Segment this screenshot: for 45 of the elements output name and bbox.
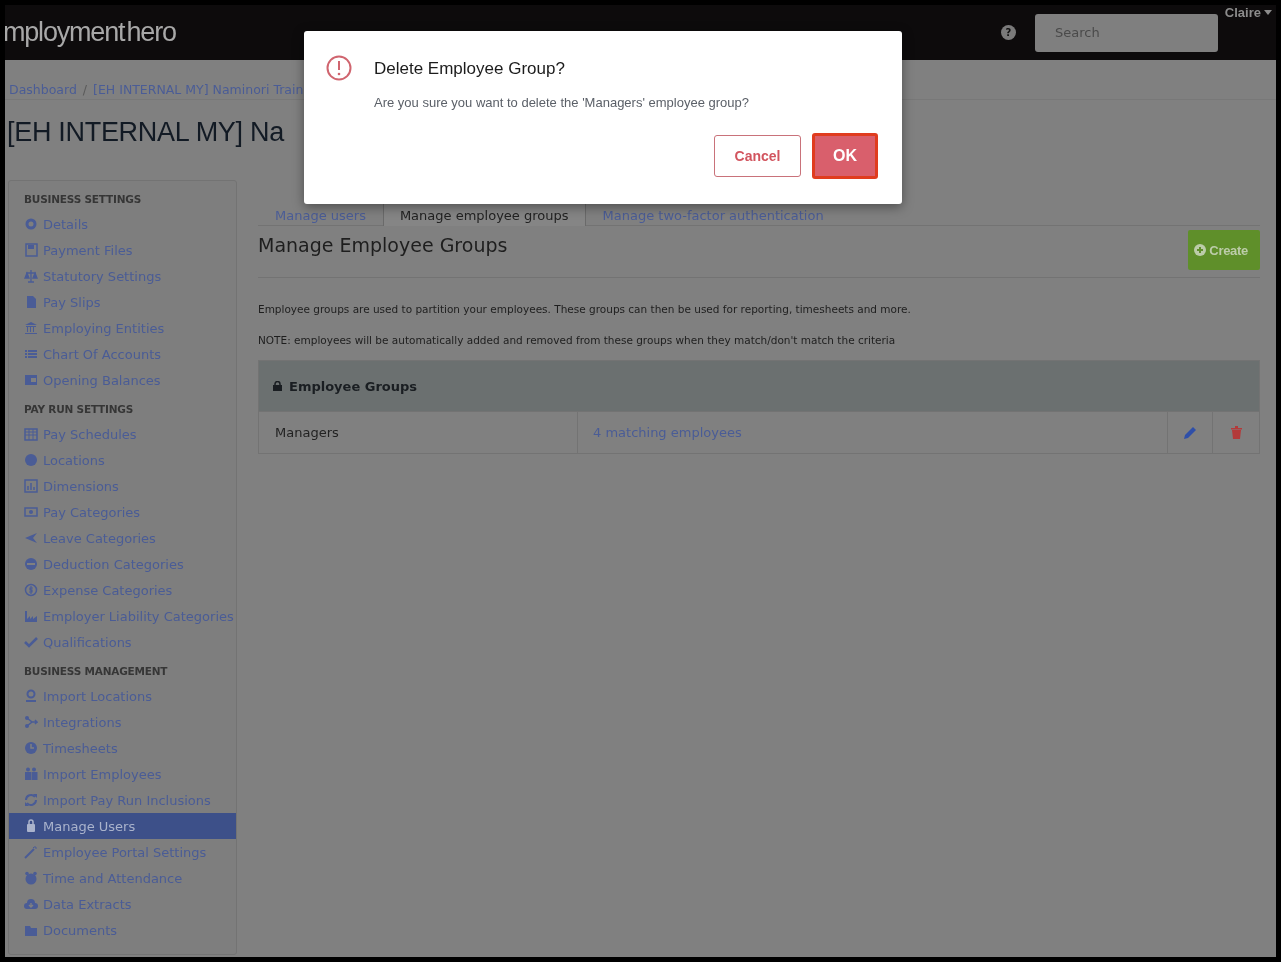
warning-icon (326, 55, 352, 81)
document-icon (24, 295, 38, 309)
dollar-circle-icon (24, 583, 38, 597)
breadcrumb-separator: / (82, 82, 88, 99)
folder-icon (24, 923, 38, 937)
description-text: NOTE: employees will be automatically added and removed from these groups when they match/don't match the criteria (258, 334, 897, 346)
bar-chart-icon (24, 479, 38, 493)
pencil-icon[interactable] (1183, 425, 1197, 440)
help-icon[interactable]: ? (1001, 25, 1016, 40)
branch-icon (24, 715, 38, 729)
sidebar-heading: BUSINESS MANAGEMENT (23, 665, 169, 679)
page-title: [EH INTERNAL MY] Na (7, 117, 286, 148)
sidebar-heading: BUSINESS SETTINGS (23, 193, 143, 207)
lock-icon (24, 819, 38, 833)
cancel-button[interactable]: Cancel (714, 135, 801, 177)
create-button[interactable]: Create (1188, 230, 1260, 270)
plus-circle-icon (1194, 244, 1207, 256)
minus-circle-icon (24, 557, 38, 571)
list-icon (24, 347, 38, 361)
trash-icon[interactable] (1230, 426, 1242, 439)
table-cell: Managers (259, 412, 578, 453)
logo[interactable]: mployment hero (5, 17, 176, 48)
sidebar-heading: PAY RUN SETTINGS (23, 403, 135, 417)
scales-icon (24, 269, 38, 283)
banknote-icon (24, 505, 38, 519)
factory-icon (24, 609, 38, 623)
magic-wand-icon (24, 845, 38, 859)
wallet-icon (24, 373, 38, 387)
calendar-icon (24, 427, 38, 441)
bank-icon (24, 321, 38, 335)
ok-button[interactable]: OK (812, 133, 878, 179)
clock-icon (24, 741, 38, 755)
user-menu[interactable]: Claire (1224, 5, 1272, 20)
caret-icon (1264, 10, 1272, 15)
people-icon (24, 767, 38, 781)
table-title: Employee Groups (289, 378, 418, 394)
cloud-download-icon (24, 897, 38, 911)
sidebar-item[interactable]: Manage Users (9, 813, 236, 839)
dialog-title: Delete Employee Group? (374, 59, 566, 79)
checkmark-icon (24, 635, 38, 649)
lock-icon (273, 381, 282, 391)
description-text: Employee groups are used to partition your employees. These groups can then be used for reporting, timesheets and more. (258, 303, 912, 315)
section-title: Manage Employee Groups (258, 234, 508, 256)
refresh-icon (24, 793, 38, 807)
dialog-message: Are you sure you want to delete the 'Managers' employee group? (374, 95, 750, 110)
